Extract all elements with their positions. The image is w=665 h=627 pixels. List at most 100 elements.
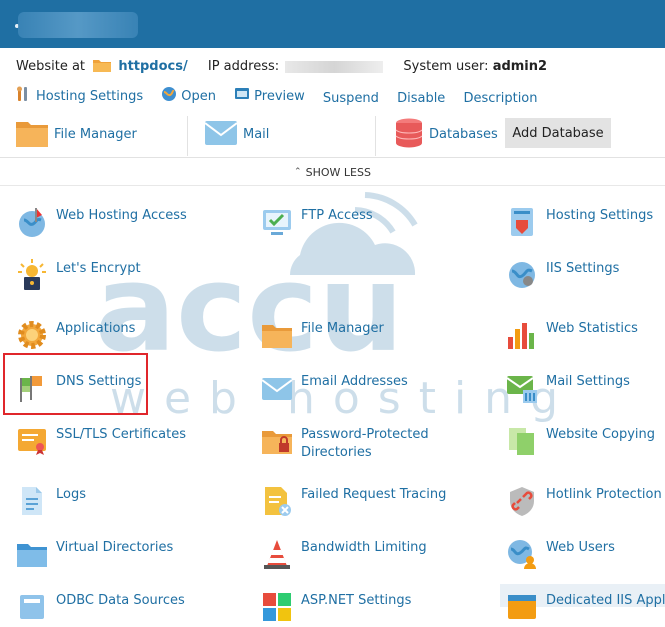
- tool-dedicated-iis-application-pool[interactable]: Dedicated IIS Applic: [506, 591, 665, 623]
- folder-icon: [93, 58, 112, 76]
- failed-request-icon: [261, 485, 293, 517]
- tool-label: Web Statistics: [546, 321, 638, 336]
- tool-label: Hotlink Protection: [546, 487, 662, 502]
- system-user-value: admin2: [492, 59, 548, 74]
- ip-label: IP address:: [207, 59, 280, 74]
- preview-label: Preview: [254, 88, 305, 104]
- folder-icon: [16, 119, 48, 151]
- tool-website-copying[interactable]: Website Copying: [506, 425, 655, 457]
- divider: [0, 185, 665, 186]
- wrench-icon: [16, 86, 32, 106]
- odbc-icon: [16, 591, 48, 623]
- tool-bandwidth-limiting[interactable]: Bandwidth Limiting: [261, 538, 427, 570]
- tool-web-statistics[interactable]: Web Statistics: [506, 319, 638, 351]
- web-users-icon: [506, 538, 538, 570]
- tool-label: Mail Settings: [546, 374, 630, 389]
- tool-virtual-directories[interactable]: Virtual Directories: [16, 538, 173, 570]
- tool-label: Web Hosting Access: [56, 208, 187, 223]
- ftp-access-icon: [261, 206, 293, 238]
- top-bar: [0, 0, 665, 48]
- dns-settings-highlight-box: [3, 353, 148, 415]
- web-hosting-access-icon: [16, 206, 48, 238]
- bar-chart-icon: [506, 319, 538, 351]
- file-manager-tile[interactable]: File Manager: [16, 112, 137, 157]
- tool-iis-settings[interactable]: IIS Settings: [506, 259, 619, 291]
- tool-label: Website Copying: [546, 427, 656, 442]
- add-database-button[interactable]: Add Database: [505, 118, 611, 148]
- bandwidth-cone-icon: [261, 538, 293, 570]
- tool-label: Applications: [56, 321, 136, 336]
- tool-aspnet-settings[interactable]: ASP.NET Settings: [261, 591, 411, 623]
- tool-label: Failed Request Tracing: [301, 487, 447, 502]
- hosting-settings-icon: [506, 206, 538, 238]
- envelope-icon: [204, 120, 238, 149]
- show-less-toggle[interactable]: ⌃ SHOW LESS: [0, 160, 665, 184]
- open-label: Open: [181, 88, 217, 104]
- tool-hosting-settings[interactable]: Hosting Settings: [506, 206, 653, 238]
- databases-label: Databases: [429, 127, 498, 142]
- virtual-directory-icon: [16, 538, 48, 570]
- tool-mail-settings[interactable]: Mail Settings: [506, 372, 630, 404]
- tool-label: File Manager: [301, 321, 384, 336]
- lets-encrypt-icon: [16, 259, 48, 291]
- tool-lets-encrypt[interactable]: Let's Encrypt: [16, 259, 141, 291]
- databases-tile[interactable]: Databases: [395, 112, 498, 157]
- preview-icon: [234, 86, 250, 106]
- subscription-actions: Hosting Settings Open Preview Suspend Di…: [16, 86, 552, 106]
- aspnet-icon: [261, 591, 293, 623]
- tool-ftp-access[interactable]: FTP Access: [261, 206, 373, 238]
- protected-folder-icon: [261, 425, 293, 457]
- tool-file-manager[interactable]: File Manager: [261, 319, 384, 351]
- httpdocs-link[interactable]: httpdocs/: [118, 59, 187, 74]
- suspend-link[interactable]: Suspend: [323, 91, 379, 106]
- tool-label: Hosting Settings: [546, 208, 654, 223]
- subscription-info: Website at httpdocs/ IP address: System …: [16, 58, 547, 76]
- tool-label: Logs: [56, 487, 86, 502]
- log-file-icon: [16, 485, 48, 517]
- dedicated-iis-icon: [506, 591, 538, 623]
- copy-icon: [506, 425, 538, 457]
- website-at-label: Website at: [16, 59, 86, 74]
- hosting-settings-label: Hosting Settings: [36, 88, 144, 104]
- database-icon: [395, 118, 423, 152]
- tool-email-addresses[interactable]: Email Addresses: [261, 372, 408, 404]
- applications-gear-icon: [16, 319, 48, 351]
- tool-logs[interactable]: Logs: [16, 485, 86, 517]
- tool-web-users[interactable]: Web Users: [506, 538, 615, 570]
- tool-hotlink-protection[interactable]: Hotlink Protection: [506, 485, 662, 517]
- tool-label: ODBC Data Sources: [56, 593, 185, 608]
- tool-ssl-certificates[interactable]: SSL/TLS Certificates: [16, 425, 186, 457]
- disable-link[interactable]: Disable: [397, 91, 445, 106]
- tool-password-protected-directories[interactable]: Password-Protected Directories: [261, 425, 441, 462]
- tool-label: Email Addresses: [301, 374, 408, 389]
- open-link[interactable]: Open: [161, 86, 216, 106]
- tool-failed-request-tracing[interactable]: Failed Request Tracing: [261, 485, 446, 517]
- tool-applications[interactable]: Applications: [16, 319, 135, 351]
- quick-access-bar: File Manager Mail Databases Add Database: [0, 112, 665, 158]
- iis-settings-icon: [506, 259, 538, 291]
- tool-label: Web Users: [546, 540, 615, 555]
- file-manager-label: File Manager: [54, 127, 137, 142]
- hosting-settings-link[interactable]: Hosting Settings: [16, 86, 143, 106]
- ip-address-redacted: [285, 60, 384, 73]
- system-user-label: System user:: [403, 59, 489, 74]
- tool-odbc-data-sources[interactable]: ODBC Data Sources: [16, 591, 185, 623]
- tool-label: Bandwidth Limiting: [301, 540, 427, 555]
- show-less-label: SHOW LESS: [305, 165, 371, 179]
- envelope-icon: [261, 372, 293, 404]
- description-link[interactable]: Description: [463, 91, 537, 106]
- mail-settings-icon: [506, 372, 538, 404]
- tool-label: SSL/TLS Certificates: [56, 427, 186, 442]
- folder-icon: [261, 319, 293, 351]
- hotlink-protection-icon: [506, 485, 538, 517]
- mail-label: Mail: [243, 127, 270, 142]
- mail-tile[interactable]: Mail: [204, 112, 270, 157]
- tool-label: Dedicated IIS Applic: [546, 593, 665, 608]
- tool-label: ASP.NET Settings: [301, 593, 412, 608]
- preview-link[interactable]: Preview: [234, 86, 305, 106]
- certificate-icon: [16, 425, 48, 457]
- tool-label: Virtual Directories: [56, 540, 174, 555]
- chevron-up-icon: ⌃: [294, 167, 302, 177]
- tool-web-hosting-access[interactable]: Web Hosting Access: [16, 206, 187, 238]
- tool-label: Password-Protected Directories: [301, 427, 429, 460]
